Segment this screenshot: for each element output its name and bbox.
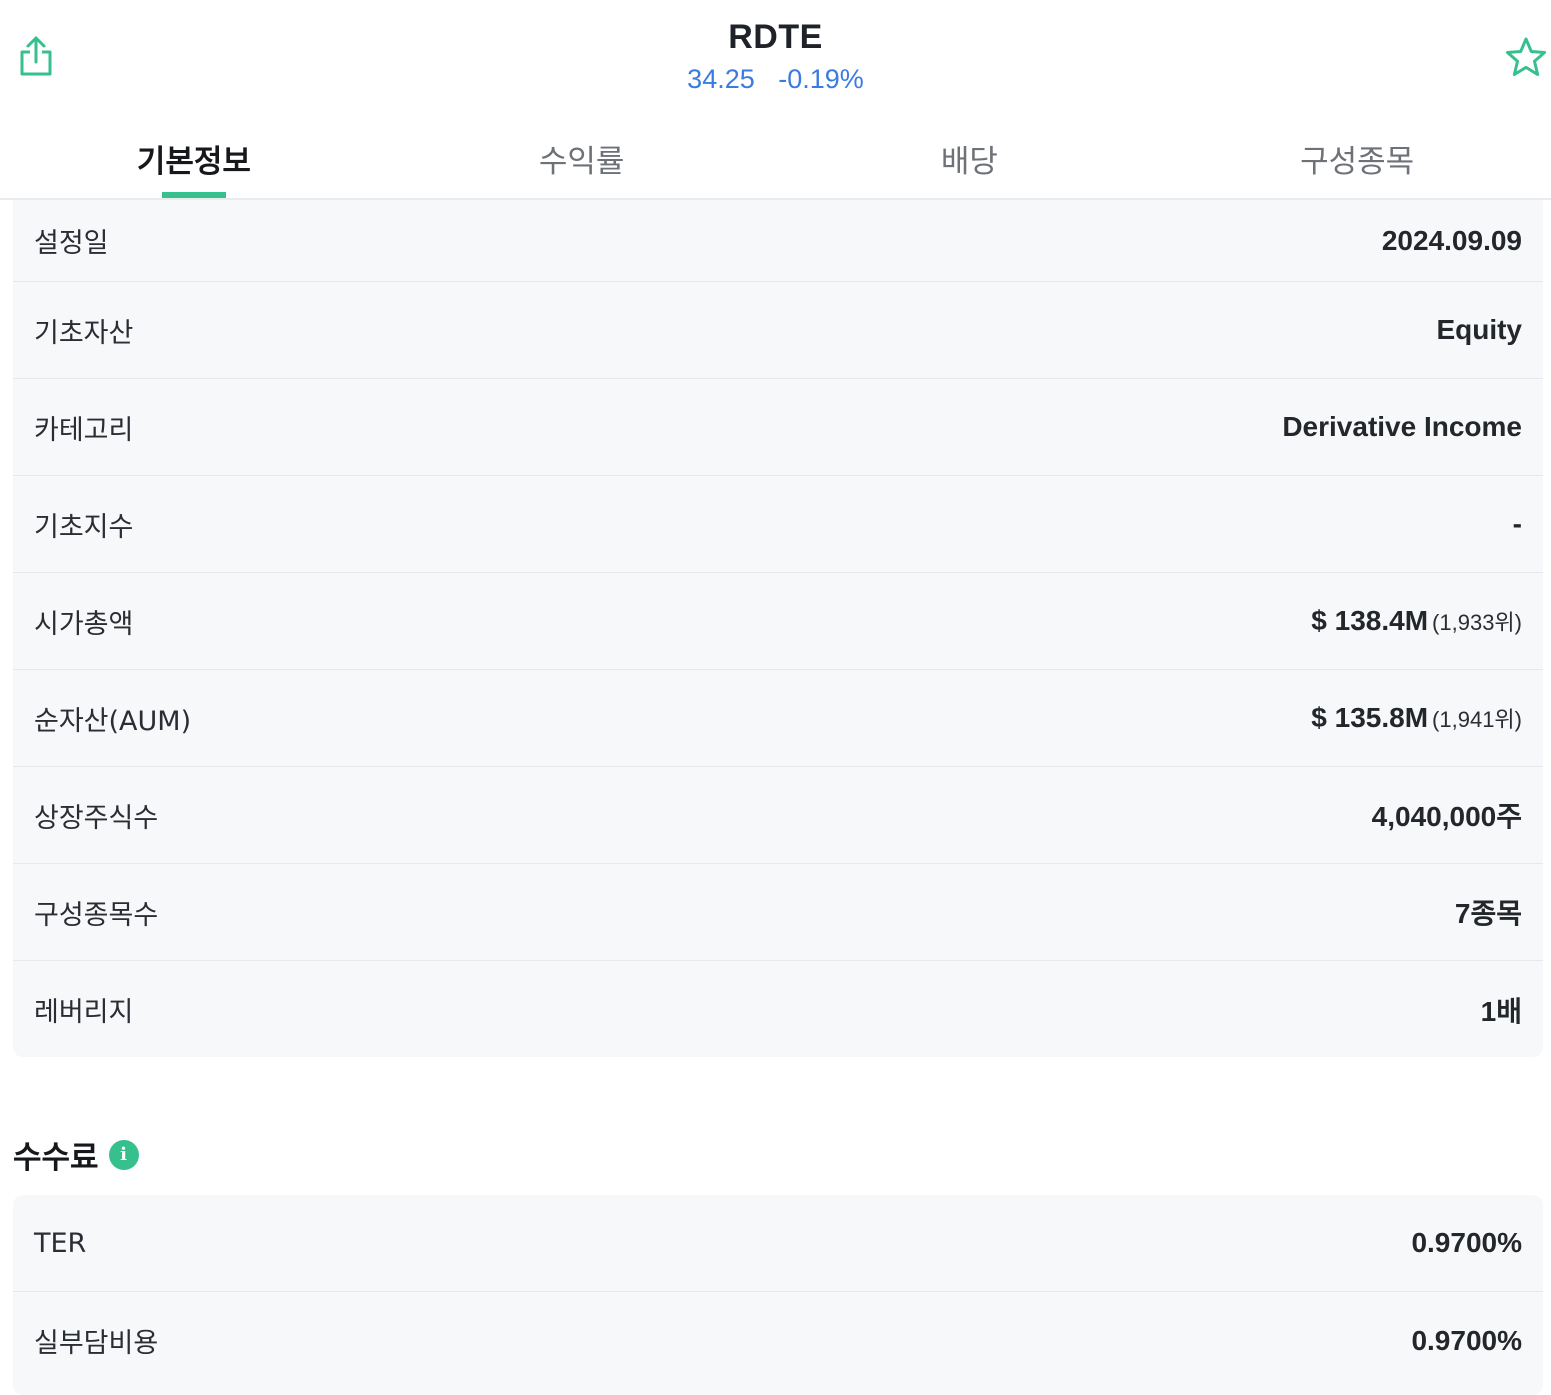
star-icon[interactable] [1504,36,1548,78]
row-value: 7종목 [1454,898,1522,929]
info-row-market-cap: 시가총액 $ 138.4M (1,933위) [13,573,1543,670]
fee-row-ter: TER 0.9700% [13,1195,1543,1292]
row-label: 설정일 [34,228,109,259]
row-value-group: $ 135.8M (1,941위) [1311,702,1522,734]
rank-text: (1,941위) [1432,707,1522,732]
basic-info-card: 설정일 2024.09.09 기초자산 Equity 카테고리 Derivati… [13,200,1543,1057]
tab-bar: 기본정보 수익률 배당 구성종목 [0,118,1551,200]
row-value: 0.9700% [1411,1324,1522,1356]
fees-card: TER 0.9700% 실부담비용 0.9700% [13,1195,1543,1395]
row-label: 상장주식수 [34,802,159,834]
row-value: - [1512,508,1522,539]
info-row-shares-outstanding: 상장주식수 4,040,000주 [13,767,1543,864]
row-label: 실부담비용 [34,1328,159,1359]
info-row-leverage: 레버리지 1배 [13,961,1543,1058]
row-label: 구성종목수 [34,899,159,931]
price-change: -0.19% [778,64,864,94]
rank-text: (1,933위) [1432,610,1522,635]
tab-label: 수익률 [538,144,625,180]
info-row-holdings-count: 구성종목수 7종목 [13,864,1543,961]
price-line: 34.25 -0.19% [0,64,1551,95]
active-tab-indicator [161,192,226,198]
row-label: 기초지수 [34,511,134,543]
row-label: 기초자산 [34,317,134,349]
row-value: Derivative Income [1282,411,1522,442]
row-label: 시가총액 [34,608,134,640]
tab-returns[interactable]: 수익률 [388,118,776,198]
fees-section-title: 수수료 i [13,1132,139,1177]
tab-dividends[interactable]: 배당 [776,118,1164,198]
ticker-title: RDTE [728,18,823,56]
info-row-aum: 순자산(AUM) $ 135.8M (1,941위) [13,670,1543,767]
tab-label: 구성종목 [1300,144,1415,180]
fee-row-actual-cost: 실부담비용 0.9700% [13,1292,1543,1389]
info-row-category: 카테고리 Derivative Income [13,379,1543,476]
header: RDTE 34.25 -0.19% [0,0,1551,118]
row-value-group: $ 138.4M (1,933위) [1311,605,1522,637]
row-label: 레버리지 [34,997,134,1028]
tab-label: 배당 [940,144,998,180]
row-label: 카테고리 [34,414,134,446]
row-value: $ 135.8M [1311,702,1429,733]
current-price: 34.25 [687,64,755,94]
row-value: Equity [1436,314,1522,345]
info-row-index: 기초지수 - [13,476,1543,573]
info-row-asset-class: 기초자산 Equity [13,282,1543,379]
row-value: 1배 [1480,995,1522,1027]
row-label: 순자산(AUM) [34,705,192,737]
info-icon[interactable]: i [108,1139,139,1170]
tab-label: 기본정보 [136,144,251,180]
row-value: $ 138.4M [1311,605,1429,636]
row-value: 2024.09.09 [1381,224,1522,256]
tab-basic-info[interactable]: 기본정보 [0,118,388,198]
row-value: 4,040,000주 [1371,801,1522,832]
info-row-inception-date: 설정일 2024.09.09 [13,200,1543,282]
tab-holdings[interactable]: 구성종목 [1163,118,1551,198]
row-value: 0.9700% [1411,1227,1522,1258]
fees-title: 수수료 [13,1140,99,1176]
row-label: TER [34,1227,87,1259]
